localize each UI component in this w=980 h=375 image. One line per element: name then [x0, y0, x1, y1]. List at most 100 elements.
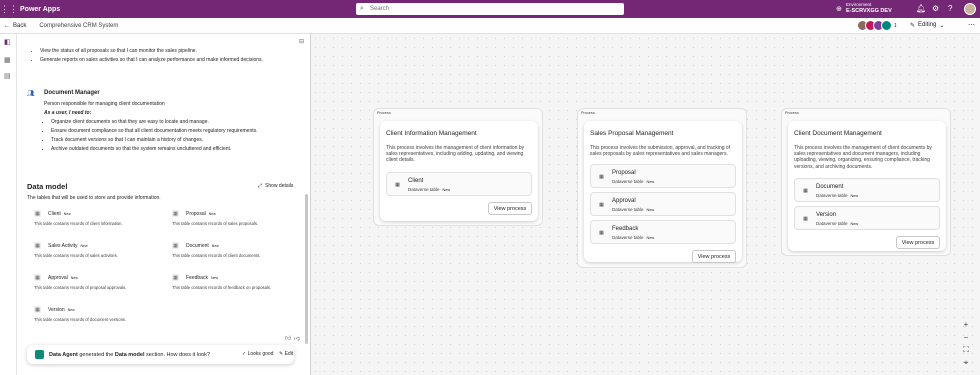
- table-icon: ▦: [599, 201, 604, 208]
- entity-type-label: Dataverse table: [612, 235, 644, 240]
- environment-picker[interactable]: Environment E-SCRVXGG DEV: [846, 2, 892, 14]
- zoom-in-icon[interactable]: +: [960, 320, 972, 329]
- environment-name: E-SCRVXGG DEV: [846, 8, 892, 14]
- list-item: Organize client documents so that they a…: [51, 119, 294, 125]
- entity-client[interactable]: ▦ Client Dataverse table New: [386, 172, 532, 196]
- entity-name: Proposal: [612, 170, 636, 176]
- list-item: Archive outdated documents so that the s…: [51, 146, 294, 152]
- entity-feedback[interactable]: ▦ Feedback Dataverse table New: [590, 220, 736, 244]
- entity-approval[interactable]: ▦ Approval Dataverse table New: [590, 192, 736, 216]
- table-item-proposal[interactable]: ▦ Proposal New This table contains record…: [167, 210, 307, 234]
- edit-label: Edit: [284, 351, 294, 357]
- table-name: Sales Activity: [48, 243, 78, 249]
- table-icon: ▦: [34, 210, 41, 217]
- agent-text-tail: section. How does it look?: [146, 351, 210, 358]
- table-icon: ▦: [172, 242, 179, 249]
- table-item-client[interactable]: ▦ Client New This table contains records …: [29, 210, 169, 234]
- list-item: Track document versions so that I can ma…: [51, 137, 294, 143]
- thumbs-down-icon[interactable]: 👎︎: [294, 334, 300, 342]
- table-item-feedback[interactable]: ▦ Feedback New This table contains record…: [167, 274, 307, 298]
- process-canvas[interactable]: Process Client Information Management Th…: [311, 34, 980, 375]
- table-description: This table contains records of sales pro…: [172, 221, 259, 226]
- new-badge: New: [850, 194, 859, 198]
- entity-document[interactable]: ▦ Document Dataverse table New: [794, 178, 940, 202]
- new-badge: New: [208, 212, 216, 216]
- table-name: Approval: [48, 275, 68, 281]
- agent-message-card: Data Agent generated the Data model sect…: [27, 345, 294, 364]
- table-name-wrap: Document New: [186, 243, 219, 249]
- new-badge: New: [210, 276, 218, 280]
- table-item-document[interactable]: ▦ Document New This table contains record…: [167, 242, 307, 266]
- new-badge: New: [646, 208, 655, 212]
- back-button[interactable]: ← Back: [4, 23, 26, 29]
- entity-proposal[interactable]: ▦ Proposal Dataverse table New: [590, 164, 736, 188]
- table-name: Feedback: [186, 275, 208, 281]
- collaborators[interactable]: [857, 20, 892, 31]
- persona-needs: Organize client documents so that they a…: [44, 119, 294, 155]
- process-card[interactable]: Client Information Management This proce…: [380, 121, 538, 221]
- search-box[interactable]: ⌕ Search: [356, 3, 624, 15]
- entity-name: Client: [408, 178, 424, 184]
- new-badge: New: [80, 244, 88, 248]
- looks-good-button[interactable]: ✓ Looks good: [242, 351, 273, 357]
- bell-icon[interactable]: 🔔︎: [916, 4, 926, 13]
- data-agent-icon: [35, 350, 44, 359]
- table-item-approval[interactable]: ▦ Approval New This table contains record…: [29, 274, 169, 298]
- zoom-out-icon[interactable]: −: [960, 333, 972, 342]
- persona-need-label: As a user, I need to:: [44, 110, 92, 116]
- waffle-icon[interactable]: ⋮⋮: [0, 0, 18, 18]
- view-process-button[interactable]: View process: [488, 202, 532, 215]
- copilot-icon[interactable]: ◧: [4, 38, 11, 46]
- entity-type: Dataverse table New: [612, 207, 654, 212]
- show-details-button[interactable]: ⤢ Show details: [258, 183, 293, 189]
- table-icon: ▦: [34, 274, 41, 281]
- table-icon: ▦: [599, 229, 604, 236]
- view-process-button[interactable]: View process: [896, 236, 940, 249]
- pencil-icon: ✎: [910, 23, 916, 29]
- entity-version[interactable]: ▦ Version Dataverse table New: [794, 206, 940, 230]
- table-description: This table contains records of document …: [34, 317, 127, 322]
- entity-name: Document: [816, 184, 844, 190]
- edit-button[interactable]: ✎ Edit: [279, 351, 293, 357]
- help-icon[interactable]: ?: [948, 4, 952, 13]
- new-badge: New: [67, 308, 75, 312]
- expand-icon: ⤢: [258, 183, 263, 189]
- thumbs-up-icon[interactable]: 👍︎: [285, 334, 291, 342]
- process-title: Client Document Management: [794, 130, 882, 137]
- entity-type-label: Dataverse table: [816, 193, 848, 198]
- new-badge: New: [63, 212, 71, 216]
- table-item-sales-activity[interactable]: ▦ Sales Activity New This table contains …: [29, 242, 169, 266]
- list-item: View the status of all proposals so that…: [40, 48, 295, 54]
- table-description: This table contains records of proposal …: [34, 285, 127, 290]
- agent-section: Data model: [114, 351, 145, 358]
- more-icon[interactable]: ⋯: [968, 21, 975, 29]
- avatar[interactable]: [964, 3, 976, 15]
- arrow-left-icon: ←: [4, 22, 10, 29]
- fit-view-icon[interactable]: ⛶: [960, 345, 972, 355]
- entity-type-label: Dataverse table: [816, 221, 848, 226]
- new-badge: New: [211, 244, 219, 248]
- table-item-version[interactable]: ▦ Version New This table contains records…: [29, 306, 169, 330]
- process-client-document: Process Client Document Management This …: [781, 108, 951, 256]
- command-bar: ← Back Comprehensive CRM System 1 ✎ Edit…: [0, 18, 980, 34]
- collapse-panel-icon[interactable]: ⊟: [299, 38, 304, 45]
- process-sales-proposal: Process Sales Proposal Management This p…: [577, 108, 747, 268]
- view-process-button[interactable]: View process: [692, 250, 736, 263]
- process-card[interactable]: Sales Proposal Management This process i…: [584, 121, 742, 263]
- gear-icon[interactable]: ⚙: [932, 4, 939, 13]
- table-icon[interactable]: ▦: [4, 56, 11, 64]
- editing-dropdown[interactable]: ✎ Editing ⌄: [910, 22, 944, 29]
- document-icon[interactable]: ▤: [4, 72, 11, 80]
- app-name[interactable]: Power Apps: [20, 6, 60, 13]
- minimap-icon[interactable]: ⌖: [960, 358, 972, 368]
- new-badge: New: [70, 276, 78, 280]
- requirement-list: View the status of all proposals so that…: [33, 48, 295, 66]
- table-description: This table contains records of sales act…: [34, 253, 119, 258]
- collaborator-count: 1: [894, 23, 897, 29]
- persona-name: Document Manager: [44, 90, 100, 96]
- table-icon: ▦: [172, 210, 179, 217]
- environment-icon: ⊕: [836, 6, 842, 13]
- table-description: This table contains records of client do…: [172, 253, 261, 258]
- process-card[interactable]: Client Document Management This process …: [788, 121, 946, 251]
- avatar: [881, 20, 892, 31]
